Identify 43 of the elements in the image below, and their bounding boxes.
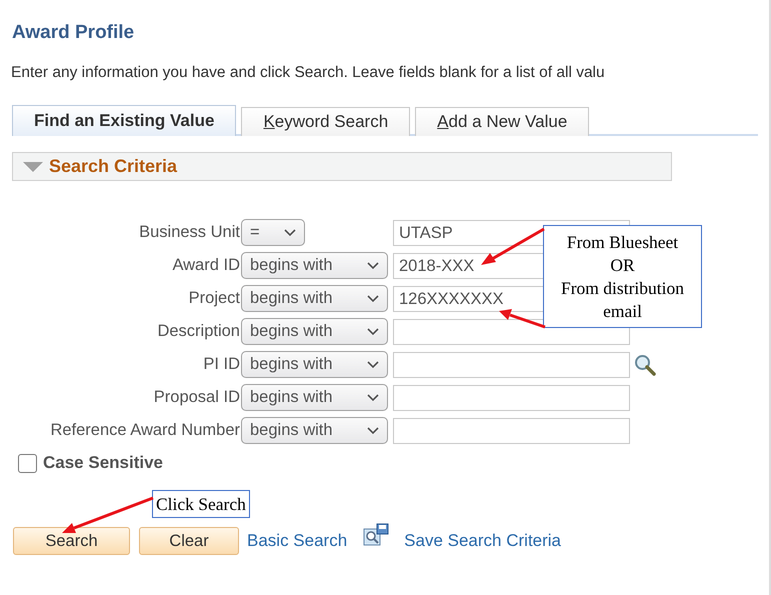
basic-search-link[interactable]: Basic Search <box>247 531 348 551</box>
tab[interactable]: Keyword Search <box>241 107 410 136</box>
instructions-text: Enter any information you have and click Search. Leave fields blank for a list of all valu <box>11 64 606 82</box>
field-label: Business Unit <box>138 223 240 242</box>
tab[interactable]: Add a New Value <box>415 107 590 136</box>
input-field[interactable] <box>393 384 630 410</box>
arrow <box>481 228 545 265</box>
field-label: Award ID <box>171 256 240 275</box>
tab[interactable]: Find an Existing Value <box>12 105 236 136</box>
chevron-down-icon <box>367 328 379 336</box>
field-label: Project <box>188 289 240 308</box>
operator-dropdown[interactable]: begins with <box>241 384 388 411</box>
chevron-down-icon <box>367 294 379 302</box>
chevron-down-icon <box>367 262 379 270</box>
clear-button[interactable]: Clear <box>139 527 239 555</box>
operator-dropdown[interactable]: begins with <box>241 417 388 444</box>
operator-dropdown[interactable]: begins with <box>241 351 388 378</box>
field-label: Description <box>156 322 240 341</box>
operator-dropdown[interactable]: begins with <box>241 318 388 345</box>
checkbox[interactable] <box>18 454 37 472</box>
chevron-down-icon <box>284 228 296 236</box>
collapse-triangle-icon[interactable] <box>23 160 43 172</box>
save-search-criteria-link[interactable]: Save Search Criteria <box>404 531 562 551</box>
page-title: Award Profile <box>12 22 136 45</box>
arrow <box>499 309 546 328</box>
section-title: Search Criteria <box>49 156 178 177</box>
chevron-down-icon <box>367 360 379 368</box>
checkbox-label: Case Sensitive <box>43 453 164 473</box>
callout-text: Click Search <box>156 493 246 515</box>
operator-dropdown[interactable]: begins with <box>241 285 388 312</box>
input-field[interactable] <box>393 418 630 444</box>
save-search-icon[interactable] <box>363 523 390 547</box>
search-button[interactable]: Search <box>13 527 130 555</box>
operator-dropdown[interactable]: = <box>241 219 305 246</box>
chevron-down-icon <box>367 426 379 434</box>
search-icon[interactable] <box>634 354 656 376</box>
field-label: PI ID <box>202 355 240 374</box>
input-field[interactable] <box>393 352 630 378</box>
operator-dropdown[interactable]: begins with <box>241 252 388 279</box>
chevron-down-icon <box>367 394 379 402</box>
field-label: Reference Award Number <box>49 421 240 440</box>
section-header[interactable]: Search Criteria <box>12 152 672 181</box>
field-label: Proposal ID <box>152 388 240 407</box>
